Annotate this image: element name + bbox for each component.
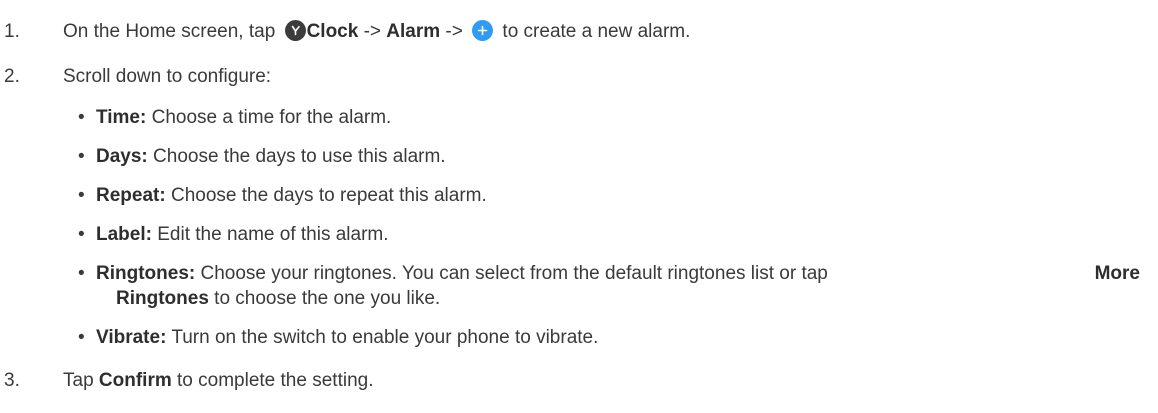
ringtones-continuation: Ringtones to choose the one you like.	[116, 287, 440, 311]
step-1-prefix: On the Home screen, tap	[63, 21, 281, 42]
step-number: 2.	[4, 66, 20, 87]
list-item-text: Days: Choose the days to use this alarm.	[96, 145, 446, 169]
ringtones-line-1: Ringtones: Choose your ringtones. You ca…	[96, 262, 828, 286]
step-text: On the Home screen, tap Clock -> Alarm -…	[63, 20, 690, 44]
clock-icon	[284, 20, 306, 41]
confirm-label: Confirm	[98, 370, 172, 391]
clock-label: Clock	[306, 21, 359, 42]
alarm-label: Alarm	[386, 21, 441, 42]
bullet-dot: •	[78, 263, 85, 284]
continuation-text: to choose the one you like.	[208, 288, 441, 309]
term-description: Choose your ringtones. You can select fr…	[195, 263, 828, 284]
term-label: Repeat:	[96, 185, 166, 206]
list-item-text: Repeat: Choose the days to repeat this a…	[96, 184, 487, 208]
more-label: More	[1094, 263, 1140, 284]
step-number: 3.	[4, 370, 20, 391]
more-ringtones-label: Ringtones	[116, 288, 209, 309]
list-item-text: Label: Edit the name of this alarm.	[96, 223, 389, 247]
bullet-dot: •	[78, 146, 85, 167]
step-text: Scroll down to configure:	[63, 66, 272, 87]
list-item-text: Ringtones: Choose your ringtones. You ca…	[96, 262, 1140, 286]
bullet-dot: •	[78, 107, 85, 128]
term-description: Edit the name of this alarm.	[151, 224, 389, 245]
arrow-separator: ->	[358, 21, 387, 42]
step-text: Tap Confirm to complete the setting.	[63, 369, 373, 393]
term-label: Vibrate:	[96, 327, 167, 348]
step-3-prefix: Tap	[63, 370, 99, 391]
arrow-separator: ->	[440, 21, 469, 42]
list-item-text: Time: Choose a time for the alarm.	[96, 106, 391, 130]
term-description: Choose a time for the alarm.	[146, 107, 392, 128]
bullet-dot: •	[78, 327, 85, 348]
term-label: Time:	[96, 107, 147, 128]
term-description: Choose the days to repeat this alarm.	[165, 185, 487, 206]
step-1-suffix: to create a new alarm.	[497, 21, 691, 42]
bullet-dot: •	[78, 224, 85, 245]
plus-icon	[472, 20, 494, 41]
term-label: Ringtones:	[96, 263, 196, 284]
step-3-suffix: to complete the setting.	[171, 370, 374, 391]
list-item-text: Vibrate: Turn on the switch to enable yo…	[96, 326, 598, 350]
step-number: 1.	[4, 21, 20, 42]
term-description: Choose the days to use this alarm.	[147, 146, 446, 167]
term-label: Label:	[96, 224, 152, 245]
term-label: Days:	[96, 146, 148, 167]
bullet-dot: •	[78, 185, 85, 206]
term-description: Turn on the switch to enable your phone …	[166, 327, 599, 348]
